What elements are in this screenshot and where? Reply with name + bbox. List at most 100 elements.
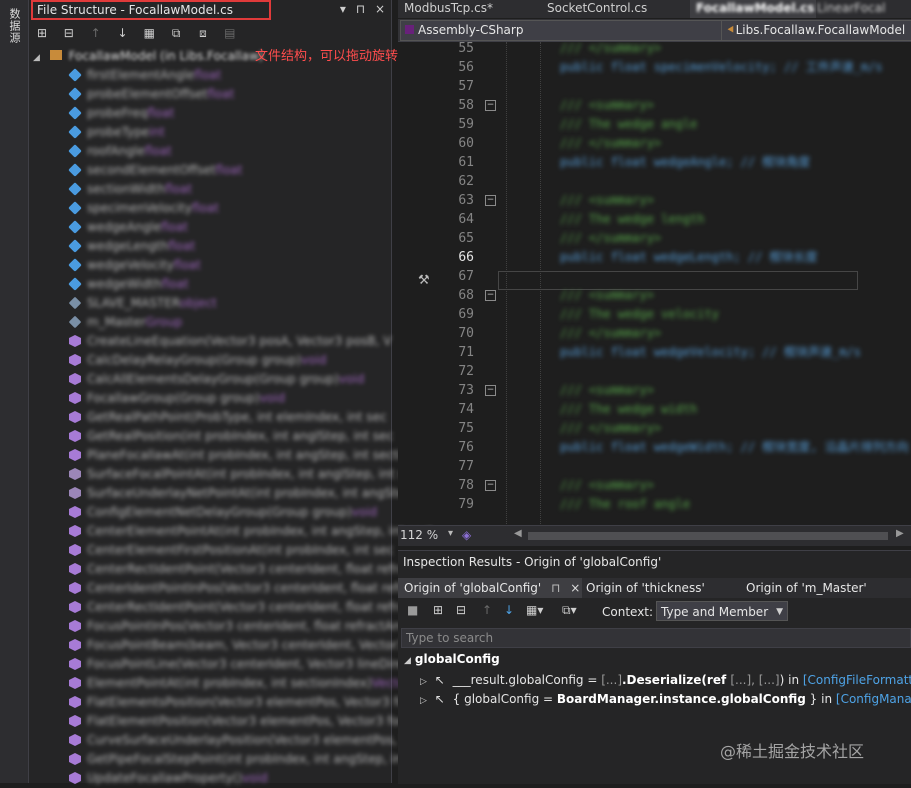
move-up-icon[interactable]: ↑	[87, 24, 105, 42]
code-line[interactable]: 70 /// </summary>	[398, 324, 911, 343]
row-location-link[interactable]: [ConfigFileFormatter.De	[803, 673, 911, 687]
move-down-icon[interactable]: ↓	[113, 24, 131, 42]
tree-item[interactable]: wedgeVelocityfloat	[29, 256, 391, 275]
options-icon[interactable]: ▤	[221, 24, 239, 42]
close-icon[interactable]: ×	[570, 581, 580, 595]
tree-item[interactable]: CenterElementPointAt(int probIndex, int …	[29, 522, 433, 541]
tree-item[interactable]: GetPipeFocalStepPoint(int probIndex, int…	[29, 750, 435, 769]
tree-item[interactable]: wedgeLengthfloat	[29, 237, 391, 256]
tree-item[interactable]: CreateLineEquation(Vector3 posA, Vector3…	[29, 332, 391, 351]
project-combo[interactable]: Assembly-CSharp	[400, 20, 724, 41]
code-line[interactable]: 75 /// </summary>	[398, 419, 911, 438]
tree-item[interactable]: FocusPointBeam(beam, Vector3 centerIdent…	[29, 636, 405, 655]
filter-icon[interactable]: ⧈	[194, 24, 212, 42]
code-line[interactable]: 72	[398, 362, 911, 381]
group-by-icon[interactable]: ▦▾	[526, 603, 543, 617]
tab-linearfocal[interactable]: LinearFocal	[811, 0, 911, 18]
code-line[interactable]: 67	[398, 267, 911, 286]
sort-icon[interactable]: ▦	[140, 24, 158, 42]
next-icon[interactable]: ↓	[504, 603, 514, 617]
zoom-level[interactable]: 112 %	[400, 528, 438, 542]
tree-item[interactable]: FlatElementPosition(Vector3 elementPos, …	[29, 712, 413, 731]
code-line[interactable]: 71 public float wedgeVelocity; // 楔块声速_m/…	[398, 343, 911, 362]
expand-all-icon[interactable]: ⊞	[433, 603, 443, 617]
tree-item[interactable]: SurfaceFocalPointAt(int probIndex, int a…	[29, 465, 418, 484]
tree-item[interactable]: CenterRectIdentPoint(Vector3 centerIdent…	[29, 560, 405, 579]
collapse-all-icon[interactable]: ⊟	[456, 603, 466, 617]
code-line[interactable]: 79 /// The roof angle	[398, 495, 911, 514]
tree-item[interactable]: CenterElementFirstPositionAt(int probInd…	[29, 541, 394, 560]
tree-item[interactable]: GetRealPosition(int probIndex, int anglS…	[29, 427, 393, 446]
tree-item[interactable]: FocallawGroup(Group group)void	[29, 389, 391, 408]
tab-socketcontrol[interactable]: SocketControl.cs	[541, 0, 695, 18]
tree-item[interactable]: firstElementAnglefloat	[29, 66, 391, 85]
fold-toggle-icon[interactable]: −	[485, 480, 496, 491]
tab-origin-thickness[interactable]: Origin of 'thickness'	[580, 578, 736, 598]
panel-menu-icon[interactable]: ▾	[340, 2, 346, 16]
tab-origin-m-master[interactable]: Origin of 'm_Master'	[740, 578, 906, 598]
tree-item[interactable]: probeFreqfloat	[29, 104, 391, 123]
tab-modbustcp[interactable]: ModbusTcp.cs*	[398, 0, 546, 18]
tree-item[interactable]: SurfaceUnderlayNetPointAt(int probIndex,…	[29, 484, 412, 503]
tree-item[interactable]: wedgeAnglefloat	[29, 218, 391, 237]
code-line[interactable]: 78− /// <summary>	[398, 476, 911, 495]
code-line[interactable]: 76 public float wedgeWidth; // 楔块宽度, 沿晶片排…	[398, 438, 911, 457]
inspection-search-input[interactable]: Type to search	[401, 628, 911, 648]
expand-all-icon[interactable]: ⊞	[33, 24, 51, 42]
tree-item[interactable]: PlaneFocallawAt(int probIndex, int angSt…	[29, 446, 416, 465]
tab-focallawmodel[interactable]: FocallawModel.cs	[690, 0, 816, 18]
fold-toggle-icon[interactable]: −	[485, 385, 496, 396]
tree-item[interactable]: wedgeWidthfloat	[29, 275, 391, 294]
code-line[interactable]: 59 /// The wedge angle	[398, 115, 911, 134]
pin-icon[interactable]: ⊓	[551, 581, 560, 595]
tree-item[interactable]: secondElementOffsetfloat	[29, 161, 391, 180]
code-line[interactable]: 56 public float specimenVelocity; // 工件声速…	[398, 58, 911, 77]
code-line[interactable]: 63− /// <summary>	[398, 191, 911, 210]
tree-item[interactable]: sectionWidthfloat	[29, 180, 391, 199]
tree-item[interactable]: ConfigElementNetDelayGroup(Group group)v…	[29, 503, 391, 522]
tree-item[interactable]: UpdateFocallawProperty()void	[29, 769, 391, 788]
code-line[interactable]: 74 /// The wedge width	[398, 400, 911, 419]
scroll-left-icon[interactable]: ◀	[514, 528, 522, 539]
inspection-root-node[interactable]: ◢ globalConfig	[404, 652, 500, 666]
code-editor[interactable]: ⚒ 55/// </summary> 56 public float specime…	[398, 42, 911, 524]
export-icon[interactable]: ⧉▾	[562, 603, 577, 618]
tree-item[interactable]: CalcDelayRelayGroup(Group group)void	[29, 351, 391, 370]
group-icon[interactable]: ⧉	[167, 24, 185, 42]
pin-icon[interactable]: ⊓	[356, 2, 365, 16]
fold-toggle-icon[interactable]: −	[485, 100, 496, 111]
stop-icon[interactable]: ■	[407, 603, 418, 617]
tab-origin-globalconfig[interactable]: Origin of 'globalConfig' ⊓ ×	[398, 578, 582, 598]
code-line[interactable]: 66 public float wedgeLength; // 楔块长度	[398, 248, 911, 267]
collapse-arrow-icon[interactable]: ◢	[404, 656, 411, 666]
code-line[interactable]: 77	[398, 457, 911, 476]
close-icon[interactable]: ×	[375, 2, 385, 16]
fold-toggle-icon[interactable]: −	[485, 290, 496, 301]
context-select[interactable]: Type and Member ▼	[656, 601, 788, 621]
code-line[interactable]: 62	[398, 172, 911, 191]
tree-item[interactable]: probeTypeint	[29, 123, 391, 142]
code-line[interactable]: 57	[398, 77, 911, 96]
tree-item[interactable]: probeElementOffsetfloat	[29, 85, 391, 104]
inspection-result-row[interactable]: ▷ ↖ { globalConfig = BoardManager.instan…	[420, 692, 911, 706]
code-line[interactable]: 60 /// </summary>	[398, 134, 911, 153]
code-line[interactable]: 69 /// The wedge velocity	[398, 305, 911, 324]
ai-icon[interactable]: ◈	[462, 528, 471, 542]
tree-item[interactable]: CenterRectIdentPoint(Vector3 centerIdent…	[29, 598, 405, 617]
collapse-all-icon[interactable]: ⊟	[60, 24, 78, 42]
horizontal-scrollbar[interactable]	[528, 532, 888, 540]
zoom-dropdown-icon[interactable]: ▾	[448, 528, 453, 539]
tree-item[interactable]: CenterIdentPointInPos(Vector3 centerIden…	[29, 579, 410, 598]
collapse-arrow-icon[interactable]: ◢	[33, 53, 40, 63]
expand-arrow-icon[interactable]: ▷	[420, 677, 427, 687]
previous-icon[interactable]: ↑	[482, 603, 492, 617]
tree-item[interactable]: specimenVelocityfloat	[29, 199, 391, 218]
row-location-link[interactable]: [ConfigManager.S	[836, 692, 911, 706]
tree-item[interactable]: CalcAllElementsDelayGroup(Group group)vo…	[29, 370, 391, 389]
code-line[interactable]: 61 public float wedgeAngle; // 楔块角度	[398, 153, 911, 172]
code-line[interactable]: 58− /// <summary>	[398, 96, 911, 115]
inspection-result-row[interactable]: ▷ ↖ ___result.globalConfig = [...].Deser…	[420, 673, 911, 687]
tree-item[interactable]: roofAnglefloat	[29, 142, 391, 161]
tree-item[interactable]: ElementPointAt(int probIndex, int sectio…	[29, 674, 418, 693]
tree-item[interactable]: m_MasterGroup	[29, 313, 391, 332]
